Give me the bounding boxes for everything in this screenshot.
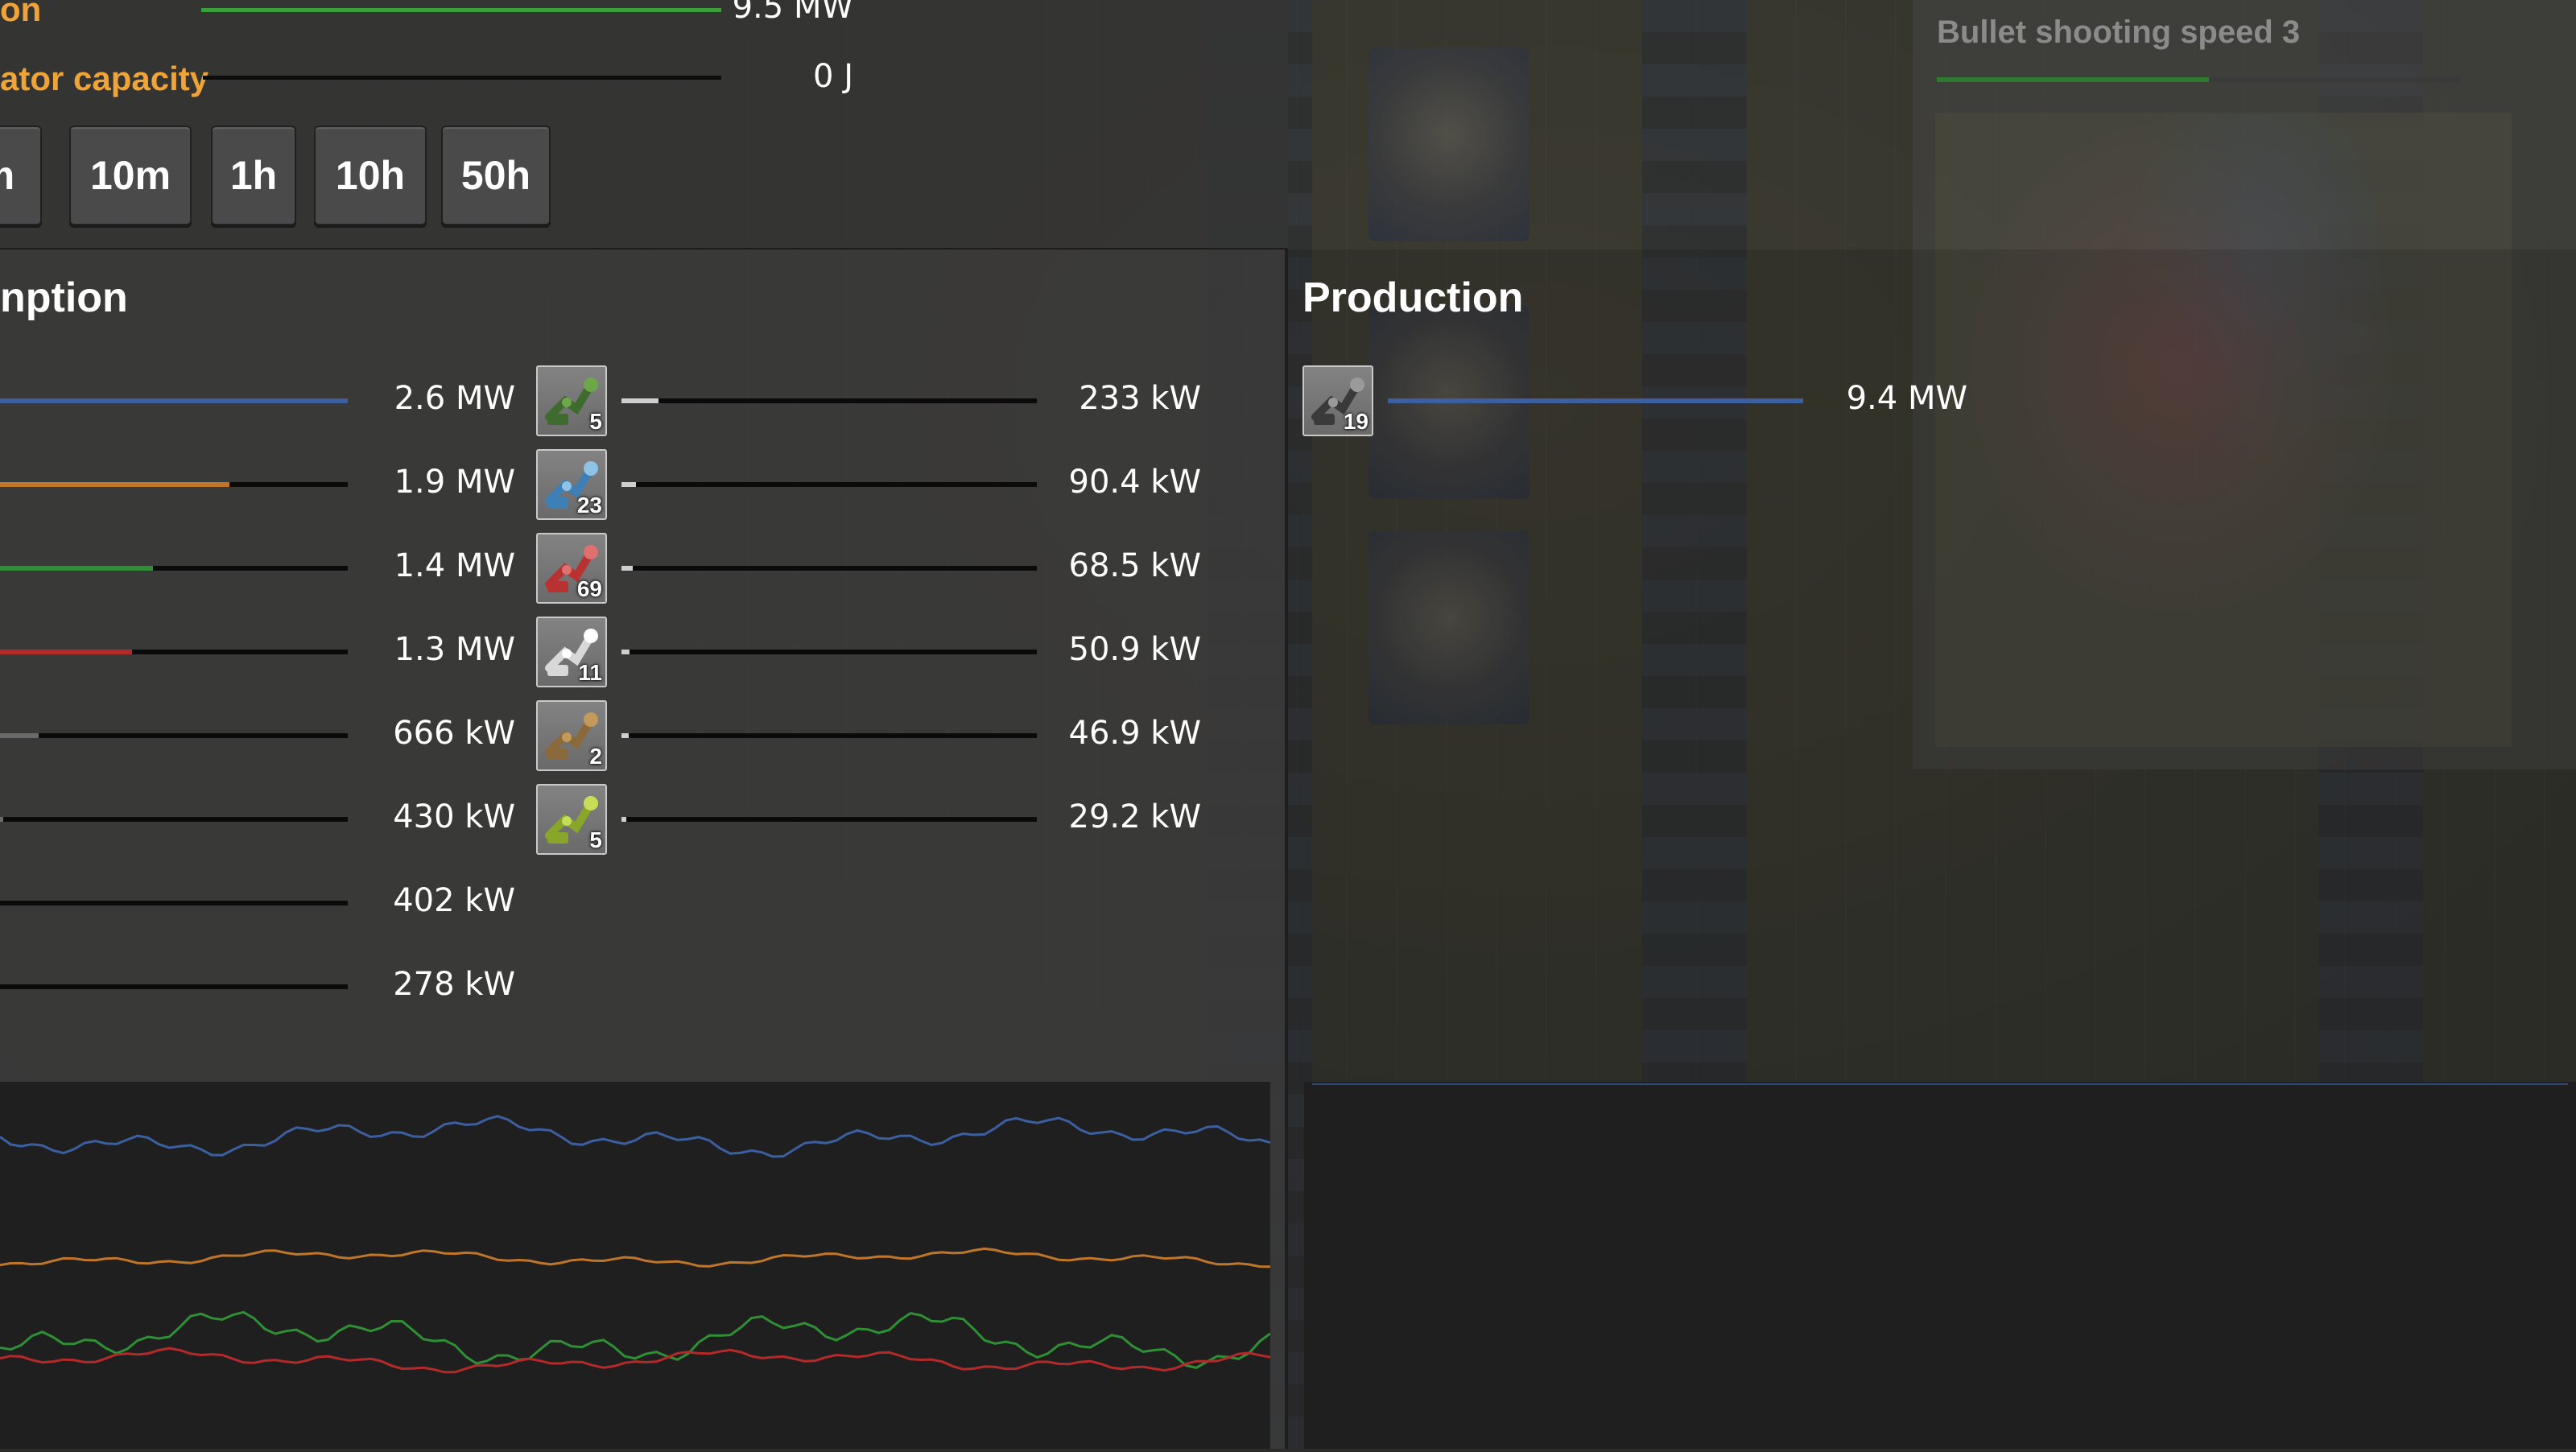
consumption-bar-fill (0, 566, 154, 571)
production-graph-line (1312, 1083, 2568, 1085)
research-progress-fill (1937, 77, 2209, 82)
consumption-value: 402 kW (393, 882, 515, 919)
production-value: 9.4 MW (1846, 380, 1967, 417)
stat-bar-accumulator-capacity (203, 76, 721, 80)
consumption-bar-fill (0, 482, 230, 487)
consumption-bar (0, 566, 348, 571)
long-handed-inserter-icon[interactable]: 69 (536, 533, 607, 604)
graph-series-line (0, 1115, 1271, 1158)
electric-stats-header: on 9.5 MW ator capacity 0 J m 10m 1h 10h… (0, 0, 1288, 250)
research-progress-bar (1937, 77, 2460, 82)
panel-divider (1285, 250, 1288, 1449)
stat-value-accumulator-capacity: 0 J (813, 58, 853, 95)
consumption-value: 1.3 MW (394, 631, 515, 668)
radar-icon[interactable]: 2 (536, 700, 607, 771)
consumption-value: 46.9 kW (1068, 715, 1202, 752)
consumption-bar-fill (0, 733, 39, 738)
time-button-50h[interactable]: 50h (441, 126, 551, 225)
pumpjack-icon[interactable]: 5 (536, 365, 607, 436)
stat-label-satisfaction: on (0, 0, 42, 28)
consumption-bar (621, 817, 1037, 822)
graph-series-line (0, 1310, 1271, 1369)
production-graph (1304, 1082, 2576, 1449)
consumption-bar (621, 650, 1037, 654)
entity-count: 11 (578, 660, 602, 685)
consumption-bar-fill (621, 733, 630, 738)
production-bar-fill (1388, 398, 1803, 403)
graph-series-line (0, 1247, 1271, 1268)
consumption-bar (621, 733, 1037, 738)
consumption-bar-fill (0, 398, 348, 403)
entity-count: 19 (1343, 409, 1368, 434)
consumption-bar-fill (621, 650, 630, 654)
consumption-value: 90.4 kW (1068, 464, 1202, 501)
stat-bar-fill (201, 8, 721, 12)
fast-inserter-icon[interactable]: 23 (536, 449, 607, 520)
time-button-1m[interactable]: m (0, 126, 42, 225)
consumption-graph (0, 1082, 1271, 1449)
lamp-icon[interactable]: 11 (536, 617, 607, 687)
time-button-10h[interactable]: 10h (314, 126, 427, 225)
consumption-value: 666 kW (393, 715, 515, 752)
consumption-value: 1.9 MW (394, 464, 515, 501)
stat-value-satisfaction: 9.5 MW (732, 0, 853, 26)
entity-count: 5 (589, 827, 602, 852)
time-button-1h[interactable]: 1h (211, 126, 296, 225)
consumption-bar-fill (621, 566, 633, 571)
consumption-bar-fill (0, 817, 4, 822)
consumption-bar-fill (621, 817, 626, 822)
consumption-bar (621, 566, 1037, 571)
consumption-value: 278 kW (393, 966, 515, 1003)
production-bar (1388, 398, 1803, 403)
consumption-title: nption (0, 274, 128, 321)
consumption-bar-fill (621, 398, 659, 403)
consumption-bar-fill (0, 650, 133, 654)
consumption-bar (0, 901, 348, 905)
production-title: Production (1302, 274, 1524, 321)
consumption-value: 430 kW (393, 798, 515, 835)
entity-count: 2 (589, 744, 602, 769)
entity-count: 69 (576, 576, 602, 601)
boiler-entity (1368, 48, 1530, 241)
consumption-value: 50.9 kW (1068, 631, 1202, 668)
research-title: Bullet shooting speed 3 (1937, 14, 2301, 50)
consumption-value: 29.2 kW (1068, 798, 1202, 835)
stat-bar-satisfaction (201, 8, 721, 12)
graph-series-line (0, 1347, 1271, 1374)
time-button-10m[interactable]: 10m (69, 126, 192, 225)
consumption-bar (0, 398, 348, 403)
entity-count: 5 (589, 409, 602, 434)
consumption-graph-svg (0, 1115, 1271, 1374)
consumption-bar (0, 482, 348, 487)
consumption-bar (0, 984, 348, 989)
consumption-bar (0, 733, 348, 738)
consumption-value: 1.4 MW (394, 547, 515, 584)
consumption-bar-fill (621, 482, 637, 487)
steam-engine-icon[interactable]: 19 (1302, 365, 1373, 436)
consumption-value: 2.6 MW (394, 380, 515, 417)
consumption-bar (0, 817, 348, 822)
consumption-value: 68.5 kW (1068, 547, 1202, 584)
entity-count: 23 (576, 493, 602, 518)
stat-label-accumulator-capacity: ator capacity (0, 60, 209, 97)
consumption-bar (621, 398, 1037, 403)
consumption-bar (0, 650, 348, 654)
consumption-bar (621, 482, 1037, 487)
inserter-icon[interactable]: 5 (536, 784, 607, 855)
consumption-value: 233 kW (1079, 380, 1201, 417)
